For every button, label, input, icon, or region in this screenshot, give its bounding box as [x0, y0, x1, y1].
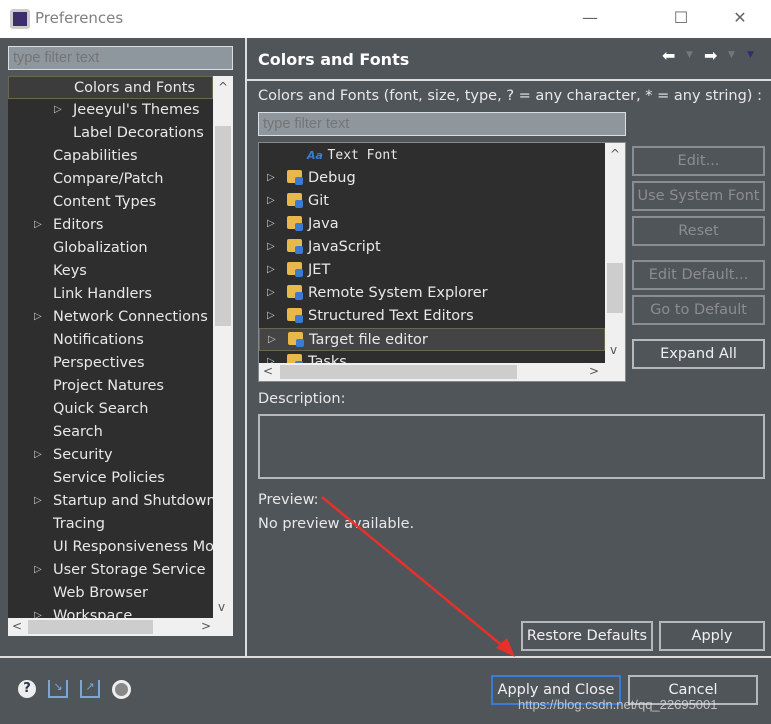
annotation-arrow — [321, 496, 515, 657]
arrow-head — [496, 638, 515, 657]
arrow-shaft — [321, 496, 506, 649]
